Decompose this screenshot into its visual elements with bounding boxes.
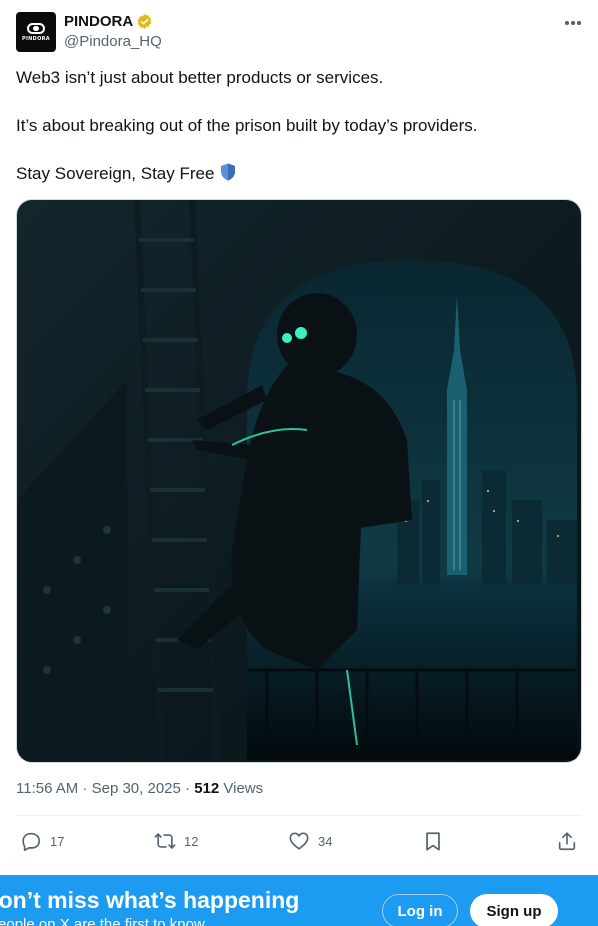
like-button[interactable]: 34 xyxy=(288,826,332,856)
verified-badge-icon[interactable] xyxy=(136,13,153,30)
tweet-meta: 11:56 AM · Sep 30, 2025 · 512 Views xyxy=(16,780,263,797)
like-count: 34 xyxy=(318,833,333,849)
author-handle[interactable]: @Pindora_HQ xyxy=(64,33,162,50)
heart-icon xyxy=(289,832,309,850)
author-display-name[interactable]: PINDORA xyxy=(64,13,133,30)
repost-count: 12 xyxy=(184,833,199,849)
bookmark-icon xyxy=(426,832,440,851)
avatar-text: PINDORA xyxy=(22,35,50,42)
tweet-actions: 17 12 34 xyxy=(16,826,582,856)
reply-count: 17 xyxy=(50,833,65,849)
reply-button[interactable]: 17 xyxy=(20,826,64,856)
tweet-line xyxy=(16,90,578,114)
signup-button[interactable]: Sign up xyxy=(470,894,558,926)
shield-icon xyxy=(221,163,236,181)
tweet-line-last: Stay Sovereign, Stay Free xyxy=(16,162,578,186)
divider xyxy=(16,815,582,816)
tweet-line: It’s about breaking out of the prison bu… xyxy=(16,116,478,135)
tweet-date[interactable]: Sep 30, 2025 xyxy=(92,780,181,797)
tweet-line: Stay Sovereign, Stay Free xyxy=(16,164,215,183)
author-name-row: PINDORA xyxy=(64,13,153,30)
repost-button[interactable]: 12 xyxy=(154,826,198,856)
meta-separator: · xyxy=(180,780,195,797)
banner-title: Don’t miss what’s happening xyxy=(0,887,300,913)
repost-icon xyxy=(154,833,176,849)
login-button[interactable]: Log in xyxy=(382,894,458,926)
bookmark-button[interactable] xyxy=(422,826,444,856)
tweet-image-illustration xyxy=(17,200,581,762)
tweet-image[interactable] xyxy=(16,199,582,763)
more-options-icon[interactable] xyxy=(558,12,588,34)
share-button[interactable] xyxy=(556,826,578,856)
meta-separator: · xyxy=(78,780,92,797)
banner-subtitle: People on X are the first to know. xyxy=(0,916,209,926)
tweet-line: Web3 isn’t just about better products or… xyxy=(16,68,384,87)
tweet-line xyxy=(16,138,578,162)
tweet-text: Web3 isn’t just about better products or… xyxy=(16,66,578,186)
tweet-time[interactable]: 11:56 AM xyxy=(16,780,78,797)
tweet-header: PINDORA PINDORA @Pindora_HQ xyxy=(16,12,582,54)
views-label: Views xyxy=(219,780,264,797)
pindora-logo-icon xyxy=(27,22,45,34)
views-count: 512 xyxy=(194,780,220,797)
reply-icon xyxy=(22,832,41,851)
avatar[interactable]: PINDORA xyxy=(16,12,56,52)
signup-banner: Don’t miss what’s happening People on X … xyxy=(0,875,598,926)
share-icon xyxy=(558,832,576,851)
